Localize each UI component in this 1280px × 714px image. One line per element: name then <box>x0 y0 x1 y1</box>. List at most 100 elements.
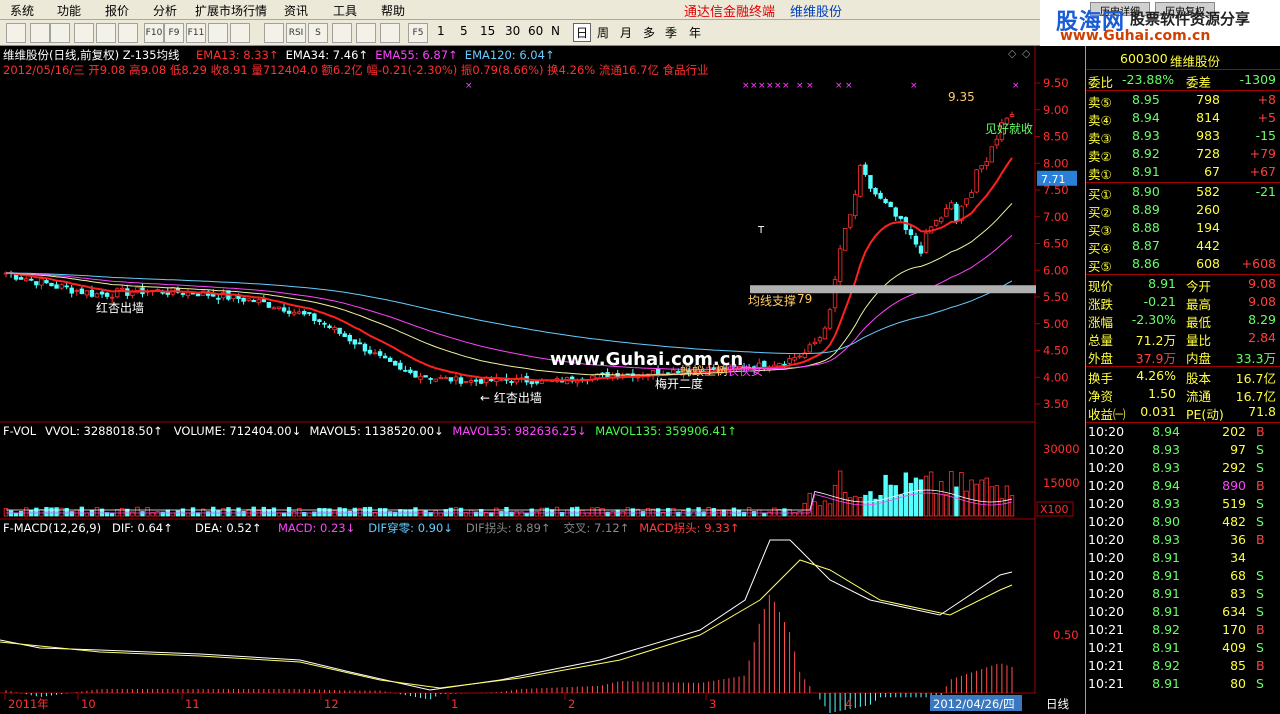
menu-item[interactable]: 工具 <box>333 2 357 19</box>
volume-bar <box>109 512 115 517</box>
pen-icon[interactable] <box>380 23 400 43</box>
quote-cell: B <box>1256 424 1265 439</box>
quote-cell: 10:21 <box>1088 676 1125 691</box>
diamond-icon[interactable]: ◇ <box>1008 47 1017 60</box>
f10-icon[interactable]: F10 <box>144 23 164 43</box>
quote-cell: S <box>1256 640 1264 655</box>
svg-text:×: × <box>742 81 750 91</box>
quote-cell: 9.08 <box>1248 294 1276 309</box>
volume-bar <box>312 511 317 517</box>
bid-row[interactable]: 买③ 8.88 194 <box>1086 219 1280 238</box>
bid-row[interactable]: 买① 8.90 582 -21 <box>1086 183 1280 202</box>
k-line-icon[interactable] <box>6 23 26 43</box>
macd-legend-item: 交叉: 7.12↑ <box>564 521 630 535</box>
quote-cell: S <box>1256 496 1264 511</box>
menu-item[interactable]: 系统 <box>10 2 34 19</box>
chart-title: 维维股份(日线,前复权) Z-135均线 <box>3 48 180 62</box>
period-tab[interactable]: 1 <box>437 24 445 38</box>
quote-cell: 卖① <box>1088 167 1112 182</box>
support-bar <box>750 285 1036 294</box>
volume-bar <box>519 511 524 517</box>
bid-row[interactable]: 买② 8.89 260 <box>1086 201 1280 220</box>
volume-bar <box>413 507 418 517</box>
volume-bar <box>251 506 256 517</box>
grid-icon[interactable] <box>118 23 138 43</box>
pattern-label-apricot2: ← 红杏出墙 <box>480 390 542 405</box>
trend-icon[interactable] <box>50 23 70 43</box>
tick-row: 10:20 8.93 97 S <box>1086 441 1280 459</box>
quote-cell: 0.031 <box>1140 404 1176 419</box>
menu-item[interactable]: 扩展市场行情 <box>195 2 267 19</box>
period-tab[interactable]: 30 <box>505 24 520 38</box>
window-icon[interactable] <box>96 23 116 43</box>
period-tab[interactable]: 日 <box>573 23 592 42</box>
price-axis-label: 8.50 <box>1043 130 1069 144</box>
volume-bar <box>514 510 519 517</box>
toolbar: F10 F9 F11 RSI S F5 1 5 15 30 60 N 日周月多季年 <box>0 20 1040 46</box>
bar-icon[interactable] <box>30 23 50 43</box>
candle <box>478 378 484 385</box>
menu-item[interactable]: 帮助 <box>381 2 405 19</box>
quote-cell: 890 <box>1222 478 1246 493</box>
candle-icon[interactable] <box>74 23 94 43</box>
quote-cell: 260 <box>1196 202 1220 217</box>
bid-row[interactable]: 买⑤ 8.86 608 +608 <box>1086 255 1280 274</box>
quote-cell: 8.93 <box>1132 128 1160 143</box>
period-label[interactable]: 日线 <box>1046 697 1069 711</box>
quote-cell: B <box>1256 532 1265 547</box>
rsi-icon[interactable]: RSI <box>286 23 306 43</box>
indicator-icon[interactable] <box>264 23 284 43</box>
ask-row[interactable]: 卖③ 8.93 983 -15 <box>1086 127 1280 146</box>
diamond-icon-2[interactable]: ◇ <box>1022 47 1031 60</box>
ask-row[interactable]: 卖④ 8.94 814 +5 <box>1086 109 1280 128</box>
quote-cell: 8.91 <box>1148 276 1176 291</box>
ask-row[interactable]: 卖① 8.91 67 +67 <box>1086 163 1280 182</box>
volume-bar <box>984 477 989 517</box>
quote-cell: 8.90 <box>1152 514 1180 529</box>
volume-bar <box>140 511 145 517</box>
kline-chart-area[interactable]: 9.50 9.00 8.50 8.00 7.50 7.00 6.50 6.00 5.50 5.00… <box>0 46 1085 714</box>
quote-cell: -21 <box>1255 184 1276 199</box>
period-tab[interactable]: 季 <box>665 24 677 41</box>
x-axis-label: 4 <box>845 697 852 711</box>
ask-row[interactable]: 卖② 8.92 728 +79 <box>1086 145 1280 164</box>
volume-bar <box>822 500 828 517</box>
stat-row: 总量 71.2万 量比 2.84 <box>1086 329 1280 348</box>
volume-bar <box>423 510 428 517</box>
tick-row: 10:20 8.91 34 <box>1086 549 1280 567</box>
period-tab[interactable]: 5 <box>460 24 468 38</box>
volume-bar <box>878 495 883 517</box>
export-icon[interactable] <box>356 23 376 43</box>
volume-bar <box>524 512 529 517</box>
brand-url: www.Guhai.com.cn <box>1060 28 1211 44</box>
volume-bar <box>499 511 504 517</box>
move-icon[interactable] <box>332 23 352 43</box>
quote-cell: 67 <box>1204 164 1220 179</box>
period-tab[interactable]: 周 <box>597 24 609 41</box>
menu-item[interactable]: 资讯 <box>284 2 308 19</box>
period-tab[interactable]: 多 <box>643 24 655 41</box>
period-tab[interactable]: 60 <box>528 24 543 38</box>
volume-bar <box>989 486 994 517</box>
f11-icon[interactable]: F11 <box>186 23 206 43</box>
period-tab[interactable]: 年 <box>689 24 701 41</box>
chart-icon[interactable] <box>208 23 228 43</box>
f5-icon[interactable]: F5 <box>408 23 428 43</box>
menu-item[interactable]: 功能 <box>57 2 81 19</box>
period-tab[interactable]: 15 <box>480 24 495 38</box>
volume-bar <box>595 507 600 517</box>
menu-item[interactable]: 分析 <box>153 2 177 19</box>
volume-bar <box>731 507 737 517</box>
ask-row[interactable]: 卖⑤ 8.95 798 +8 <box>1086 91 1280 110</box>
period-tab[interactable]: N <box>551 24 560 38</box>
candle <box>837 244 843 287</box>
period-tab[interactable]: 月 <box>620 24 632 41</box>
bid-row[interactable]: 买④ 8.87 442 <box>1086 237 1280 256</box>
volume-bar <box>979 479 984 517</box>
quote-cell: 97 <box>1230 442 1246 457</box>
volume-bar <box>271 507 277 517</box>
f9-icon[interactable]: F9 <box>164 23 184 43</box>
comp-icon[interactable] <box>230 23 250 43</box>
s-icon[interactable]: S <box>308 23 328 43</box>
menu-item[interactable]: 报价 <box>105 2 129 19</box>
